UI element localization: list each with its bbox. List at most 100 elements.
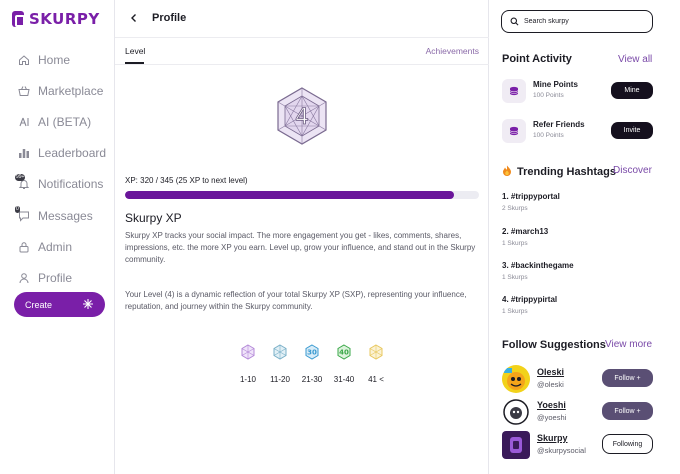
hashtag-count: 1 Skurps: [502, 240, 528, 247]
follow-name[interactable]: Yoeshi: [537, 400, 566, 410]
trending-title: Trending Hashtags: [517, 166, 617, 178]
sidebar-nav: Home Marketplace AI (BETA) Leaderboard 9…: [15, 44, 106, 294]
follow-suggestion: Yoeshi @yoeshi Follow +: [502, 398, 654, 426]
sidebar-item-marketplace[interactable]: Marketplace: [18, 75, 106, 106]
left-sidebar: SKURPY Home Marketplace AI (BETA) Leader…: [0, 0, 115, 474]
tier-label: 11-20: [270, 375, 290, 384]
bell-icon: 99+: [15, 174, 30, 190]
point-activity-title-text: Mine Points: [533, 80, 578, 89]
sidebar-item-label: Admin: [38, 239, 73, 254]
sidebar-item-leaderboard[interactable]: Leaderboard: [18, 138, 106, 169]
tier-label: 21-30: [301, 375, 323, 384]
tier-badge-icon: [273, 344, 287, 360]
hashtag-item[interactable]: 3. #backinthegame 1 Skurps: [502, 261, 574, 281]
sidebar-item-profile[interactable]: Profile: [18, 262, 106, 293]
follow-suggestion: Oleski @oleski Follow +: [502, 365, 654, 393]
tier-11-20: 11-20: [265, 344, 295, 384]
follow-name[interactable]: Skurpy: [537, 433, 568, 443]
search-icon: [510, 17, 519, 26]
right-panel: Point Activity View all Mine Points 100 …: [490, 0, 680, 474]
messages-badge: 0: [15, 205, 20, 213]
search-bar[interactable]: [501, 10, 653, 33]
hashtag-item[interactable]: 2. #march13 1 Skurps: [502, 227, 548, 247]
point-activity-title-text: Refer Friends: [533, 120, 585, 129]
main-content: Profile Level Achievements 4 XP: 320 / 3…: [115, 0, 489, 474]
basket-icon: [18, 85, 30, 97]
skurpy-logo-icon: [12, 11, 25, 27]
tier-badge-icon: 30: [305, 344, 319, 360]
hashtag-name: 4. #trippypirtal: [502, 295, 558, 304]
create-button[interactable]: Create: [14, 292, 105, 317]
avatar[interactable]: [502, 365, 530, 393]
xp-progress-bar: [125, 191, 479, 199]
sidebar-item-ai[interactable]: AI (BETA): [18, 106, 106, 137]
point-activity-points: 100 Points: [533, 92, 564, 99]
create-icon: [82, 298, 94, 312]
tier-badge-icon: [369, 344, 383, 360]
active-tab-indicator: [125, 62, 144, 64]
sidebar-item-notifications[interactable]: 99+ Notifications: [15, 169, 106, 200]
hashtag-name: 3. #backinthegame: [502, 261, 574, 270]
point-activity-item: Refer Friends 100 Points Invite: [502, 119, 654, 145]
level-tiers: 1-10 11-20 30 21-30 40 31-40 41 <: [233, 344, 391, 384]
coins-icon: [502, 79, 526, 103]
tier-label: 1-10: [239, 375, 256, 384]
page-header: Profile: [115, 0, 489, 38]
follow-button[interactable]: Follow +: [602, 402, 653, 420]
hashtag-item[interactable]: 4. #trippypirtal 1 Skurps: [502, 295, 557, 315]
tab-achievements[interactable]: Achievements: [426, 46, 479, 56]
follow-suggestion: Skurpy @skurpysocial Following: [502, 431, 654, 459]
tier-31-40: 40 31-40: [329, 344, 359, 384]
follow-name[interactable]: Oleski: [537, 367, 564, 377]
sidebar-item-label: Profile: [38, 270, 73, 285]
tier-badge-icon: [241, 344, 255, 360]
sidebar-item-home[interactable]: Home: [18, 44, 106, 75]
lock-icon: [18, 241, 30, 253]
search-input[interactable]: [524, 18, 644, 25]
sidebar-item-admin[interactable]: Admin: [18, 231, 106, 262]
coins-icon: [502, 119, 526, 143]
tier-badge-icon: 40: [337, 344, 351, 360]
tier-21-30: 30 21-30: [297, 344, 327, 384]
point-activity-points: 100 Points: [533, 132, 564, 139]
view-all-link[interactable]: View all: [618, 54, 652, 65]
tier-1-10: 1-10: [233, 344, 263, 384]
bar-chart-icon: [18, 147, 30, 159]
app-name: SKURPY: [29, 10, 100, 28]
page-title: Profile: [152, 12, 187, 24]
sidebar-item-label: Home: [38, 52, 71, 67]
avatar[interactable]: [502, 398, 530, 426]
view-more-link[interactable]: View more: [605, 339, 652, 350]
tier-41-plus: 41 <: [361, 344, 391, 384]
invite-button[interactable]: Invite: [611, 122, 653, 139]
hashtag-name: 1. #trippyportal: [502, 192, 560, 201]
sidebar-item-label: AI (BETA): [38, 114, 92, 129]
profile-tabs: Level Achievements: [115, 38, 489, 65]
sidebar-item-label: Marketplace: [38, 83, 104, 98]
level-description: Your Level (4) is a dynamic reflection o…: [125, 290, 467, 311]
hashtag-name: 2. #march13: [502, 227, 549, 236]
back-arrow-icon[interactable]: [129, 11, 139, 26]
level-badge: 4: [272, 86, 332, 146]
follow-handle: @yoeshi: [537, 413, 567, 422]
follow-button[interactable]: Follow +: [602, 369, 653, 387]
sidebar-item-messages[interactable]: 0 Messages: [15, 200, 106, 231]
sidebar-item-label: Messages: [38, 208, 93, 223]
follow-handle: @oleski: [537, 380, 564, 389]
discover-link[interactable]: Discover: [613, 165, 652, 176]
point-activity-title: Point Activity: [502, 53, 572, 65]
point-activity-item: Mine Points 100 Points Mine: [502, 79, 654, 105]
app-logo[interactable]: SKURPY: [12, 10, 100, 28]
hashtag-count: 2 Skurps: [502, 205, 528, 212]
hashtag-item[interactable]: 1. #trippyportal 2 Skurps: [502, 192, 560, 212]
following-button[interactable]: Following: [602, 434, 653, 454]
create-button-label: Create: [25, 299, 53, 310]
avatar[interactable]: [502, 431, 530, 459]
sidebar-item-label: Notifications: [38, 177, 104, 192]
follow-handle: @skurpysocial: [537, 446, 586, 455]
ai-icon: [18, 116, 30, 128]
tab-level[interactable]: Level: [125, 46, 145, 56]
trending-header: Trending Hashtags: [502, 165, 616, 179]
section-title: Skurpy XP: [125, 211, 182, 225]
mine-button[interactable]: Mine: [611, 82, 653, 99]
